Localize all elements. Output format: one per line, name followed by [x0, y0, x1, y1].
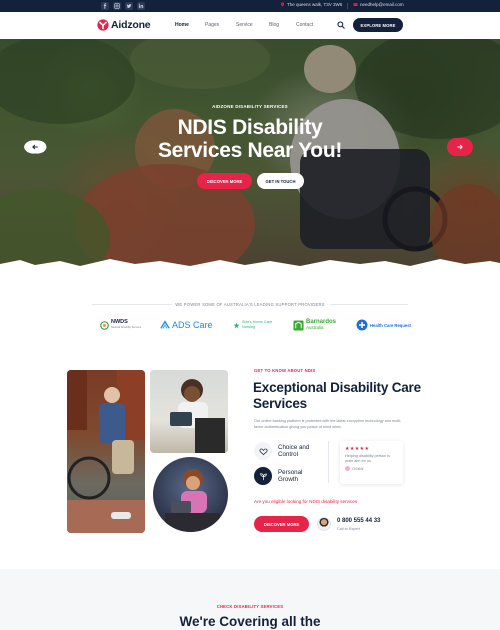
- expert-avatar: [317, 517, 331, 531]
- arrow-left-icon: [32, 144, 38, 150]
- facebook-icon[interactable]: [101, 2, 109, 10]
- mail-icon: [353, 3, 358, 6]
- feature-choice-control-label: Choice and Control: [278, 443, 310, 459]
- hero-discover-more-button[interactable]: DISCOVER MORE: [197, 173, 252, 189]
- services-title: We're Covering all the: [179, 614, 321, 629]
- hero-title: NDIS Disability Services Near You!: [0, 116, 500, 162]
- about-photo-child-tablet-illustration: [170, 379, 225, 453]
- review-text: Helping disability person is main aim fo…: [345, 454, 390, 463]
- barnardos-sub: Australia: [306, 325, 324, 330]
- call-phone-number[interactable]: 0 800 555 44 33: [337, 518, 380, 524]
- hero-section: AIDZONE DISABILITY SERVICES NDIS Disabil…: [0, 39, 500, 271]
- partner-logo-barnardos[interactable]: Barnardos Australia: [293, 318, 336, 332]
- explore-more-button[interactable]: EXPLORE MORE: [353, 18, 403, 32]
- feature-personal-growth-label: Personal Growth: [278, 468, 303, 484]
- ads-care-logo-icon: [160, 320, 170, 329]
- partner-logo-stars-home-care[interactable]: Star's Home Care Nursing: [233, 318, 276, 332]
- main-navigation: Aidzone Home Pages Service Blog Contact …: [0, 12, 500, 39]
- partner-logo-nwds[interactable]: NWDS National Disability Services: [100, 318, 141, 332]
- logo-text: Aidzone: [111, 19, 151, 31]
- hero-title-line-2: Services Near You!: [157, 139, 343, 162]
- eligibility-text: Are you eligible looking for NDIS disabi…: [254, 499, 358, 504]
- stars-home-care-name: Star's Home Care Nursing: [242, 320, 273, 329]
- logo-mark-icon: [97, 19, 109, 31]
- email-link[interactable]: needhelp@email.com: [360, 2, 404, 7]
- hands-heart-icon: [254, 442, 272, 460]
- instagram-icon[interactable]: [113, 2, 121, 10]
- nav-link-blog[interactable]: Blog: [269, 22, 279, 28]
- location-pin-icon: [281, 2, 284, 7]
- review-author-name: OSAN: [352, 466, 364, 471]
- rating-stars: ★★★★★: [345, 446, 370, 452]
- about-description: Our online banking platform is protected…: [254, 419, 402, 429]
- about-photo-girl-circle: [153, 457, 228, 532]
- about-eyebrow: GET TO KNOW ABOUT NDIS: [254, 368, 316, 373]
- barnardos-logo-icon: [293, 319, 304, 331]
- health-care-logo-icon: [356, 319, 368, 331]
- nav-link-contact[interactable]: Contact: [296, 22, 313, 28]
- review-author: OSAN: [345, 466, 398, 471]
- site-logo[interactable]: Aidzone: [97, 19, 151, 31]
- barnardos-logo-text: Barnardos Australia: [306, 319, 336, 330]
- partners-label: WE POWER SOME OF AUSTRALIA'S LEADING SUP…: [175, 302, 325, 307]
- about-photo-wheelchair: [67, 370, 145, 533]
- topbar-email[interactable]: needhelp@email.com: [353, 2, 404, 7]
- hero-eyebrow: AIDZONE DISABILITY SERVICES: [212, 104, 288, 109]
- about-discover-more-button[interactable]: DISCOVER MORE: [254, 516, 309, 532]
- twitter-icon[interactable]: [125, 2, 133, 10]
- about-photo-wheelchair-illustration: [67, 370, 145, 533]
- linkedin-icon[interactable]: [137, 2, 145, 10]
- health-care-request-name: Health Care Request: [370, 322, 411, 328]
- about-title: Exceptional Disability Care Services: [253, 380, 421, 411]
- partner-logo-ads-care[interactable]: ADS Care: [160, 318, 213, 332]
- ads-care-name: ADS Care: [172, 320, 213, 330]
- nwds-tagline: National Disability Services: [111, 326, 142, 329]
- feature-choice-control: Choice and Control: [254, 442, 322, 460]
- search-icon[interactable]: [337, 21, 345, 29]
- nwds-logo-text: NWDS National Disability Services: [111, 319, 142, 330]
- address-text: The queens walk, T3V 3W6: [287, 2, 343, 7]
- review-author-avatar: [345, 466, 350, 471]
- nwds-logo-icon: [100, 320, 109, 330]
- review-card: ★★★★★ Helping disability person is main …: [340, 441, 403, 484]
- hero-next-button[interactable]: [447, 138, 473, 156]
- call-label: Call to Expert: [337, 527, 360, 531]
- about-photo-child-tablet: [150, 370, 228, 453]
- growth-icon: [254, 467, 272, 485]
- feature-divider: [328, 441, 329, 483]
- nav-link-pages[interactable]: Pages: [205, 22, 219, 28]
- hero-prev-button[interactable]: [22, 138, 48, 156]
- star-logo-icon: [233, 322, 240, 328]
- topbar-divider: [347, 3, 348, 9]
- services-eyebrow: CHECK DISABILITY SERVICES: [216, 604, 284, 609]
- nav-link-home[interactable]: Home: [175, 22, 189, 28]
- partner-logo-health-care-request[interactable]: Health Care Request: [356, 318, 411, 332]
- arrow-right-icon: [457, 144, 463, 150]
- topbar-address: The queens walk, T3V 3W6: [280, 2, 342, 7]
- nav-link-service[interactable]: Service: [236, 22, 253, 28]
- top-bar: The queens walk, T3V 3W6 needhelp@email.…: [0, 0, 500, 12]
- feature-personal-growth: Personal Growth: [254, 467, 322, 485]
- hero-brush-edge: [0, 259, 500, 271]
- partners-divider-right: [330, 304, 408, 305]
- about-photo-girl-circle-illustration: [165, 469, 220, 532]
- hero-get-in-touch-button[interactable]: GET IN TOUCH: [257, 173, 304, 189]
- hero-title-line-1: NDIS Disability: [177, 116, 323, 139]
